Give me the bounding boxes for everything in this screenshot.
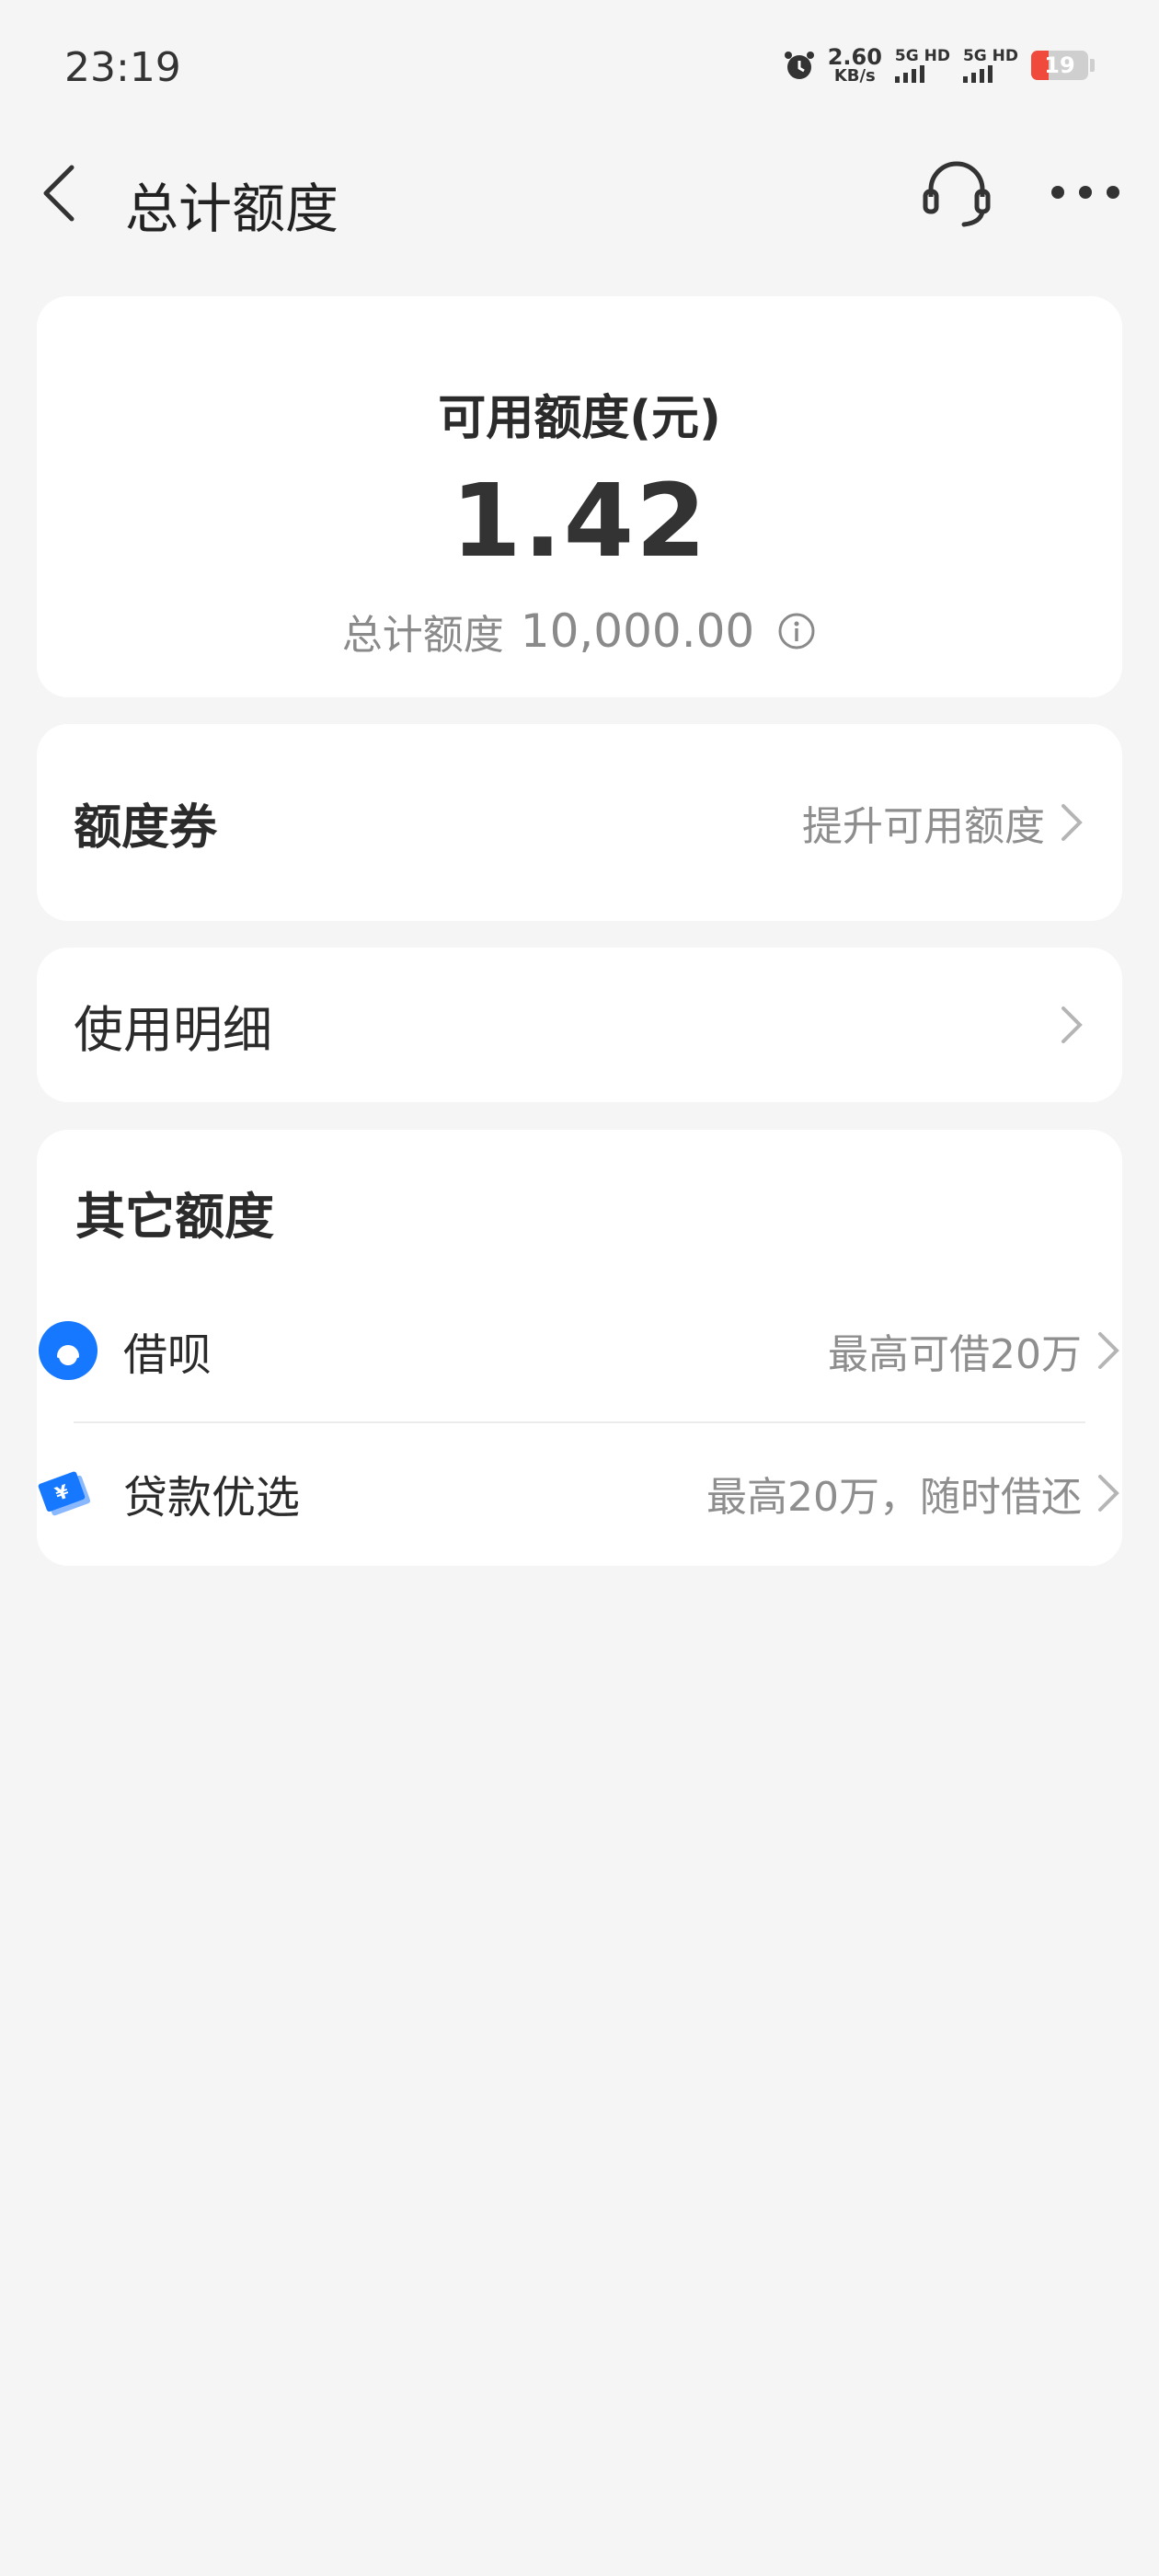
jiebei-hint: 最高可借20万: [828, 1331, 1082, 1378]
quota-card: 可用额度(元) 1.42 总计额度 10,000.00: [37, 296, 1122, 697]
sim1-signal: 5G HD: [894, 47, 950, 83]
usage-detail-row[interactable]: 使用明细: [37, 948, 1122, 1102]
more-dots-icon[interactable]: [1049, 178, 1122, 206]
other-quota-title: 其它额度: [75, 1188, 274, 1246]
loan-selection-action: 最高20万，随时借还: [706, 1464, 1122, 1523]
signal-bars-icon: [962, 64, 993, 83]
usage-detail-action: [1058, 1003, 1085, 1047]
headset-icon[interactable]: [920, 160, 993, 230]
info-icon[interactable]: [776, 611, 817, 651]
usage-detail-title: 使用明细: [74, 1000, 272, 1059]
total-quota-label: 总计额度: [341, 612, 504, 659]
available-quota-value: 1.42: [451, 462, 708, 580]
net-speed-value: 2.60: [827, 44, 882, 70]
chevron-right-icon: [1061, 1006, 1083, 1043]
quota-coupon-row[interactable]: 额度券 提升可用额度: [37, 724, 1122, 921]
chevron-right-icon: [1098, 1332, 1119, 1369]
signal-bars-icon: [894, 64, 924, 83]
chevron-right-icon: [1061, 804, 1083, 841]
quota-coupon-hint: 提升可用额度: [802, 803, 1045, 850]
status-time: 23:19: [64, 44, 181, 91]
chevron-right-icon: [1098, 1475, 1119, 1512]
battery-level: 19: [1044, 52, 1075, 78]
back-icon[interactable]: [37, 160, 83, 226]
loan-icon: ¥: [38, 1471, 91, 1516]
battery-icon: 19: [1031, 51, 1088, 80]
total-quota-row: 总计额度 10,000.00: [37, 602, 1122, 661]
sim2-label: 5G HD: [962, 47, 1018, 65]
total-quota-value: 10,000.00: [520, 604, 755, 658]
net-speed-unit: KB/s: [833, 66, 876, 86]
loan-selection-hint: 最高20万，随时借还: [706, 1474, 1082, 1521]
jiebei-action: 最高可借20万: [828, 1321, 1122, 1380]
status-bar: 23:19 2.60 KB/s 5G HD 5G HD 19: [0, 0, 1159, 138]
jiebei-label: 借呗: [123, 1329, 212, 1381]
list-item-loan-selection[interactable]: ¥ 贷款优选 最高20万，随时借还: [37, 1421, 1122, 1565]
battery-tip: [1090, 59, 1095, 72]
alarm-icon: [784, 52, 814, 79]
page-title: 总计额度: [125, 178, 339, 240]
nav-bar: 总计额度: [0, 138, 1159, 248]
available-quota-label: 可用额度(元): [438, 391, 721, 446]
sim2-signal: 5G HD: [962, 47, 1018, 83]
status-icons: 2.60 KB/s 5G HD 5G HD 19: [784, 46, 1095, 85]
sim1-label: 5G HD: [894, 47, 950, 65]
list-item-jiebei[interactable]: 借呗 最高可借20万: [37, 1279, 1122, 1422]
loan-selection-label: 贷款优选: [123, 1472, 301, 1524]
quota-coupon-action: 提升可用额度: [802, 793, 1085, 852]
jiebei-icon: [39, 1321, 98, 1380]
net-speed: 2.60 KB/s: [828, 46, 882, 85]
quota-coupon-title: 额度券: [74, 799, 218, 856]
